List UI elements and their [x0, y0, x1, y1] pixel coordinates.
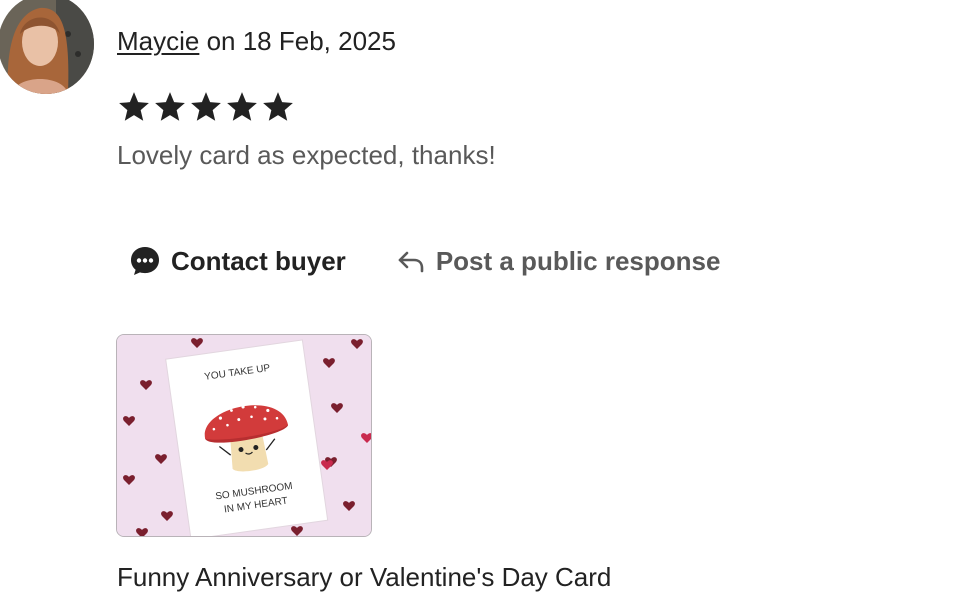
star-icon	[119, 92, 149, 121]
chat-bubble-icon	[129, 245, 161, 277]
post-response-label: Post a public response	[435, 245, 721, 276]
contact-buyer-button[interactable]: Contact buyer	[117, 238, 346, 284]
listing-title-link[interactable]: Funny Anniversary or Valentine's Day Car…	[117, 560, 611, 594]
contact-buyer-label: Contact buyer	[171, 245, 346, 276]
author-link[interactable]: Maycie	[117, 26, 199, 56]
listing-image: YOU TAKE UP SO MUSHROOM IN MY HEART	[117, 335, 371, 536]
star-icon	[155, 92, 185, 121]
review-date: on 18 Feb, 2025	[199, 26, 396, 56]
review-actions: Contact buyer Post a public response	[117, 238, 720, 284]
avatar-image	[0, 0, 94, 94]
review-meta: Maycie on 18 Feb, 2025	[117, 24, 396, 58]
star-icon	[227, 92, 257, 121]
star-icon	[263, 92, 293, 121]
reply-arrow-icon	[396, 246, 426, 276]
review-text: Lovely card as expected, thanks!	[117, 140, 496, 170]
listing-thumbnail[interactable]: YOU TAKE UP SO MUSHROOM IN MY HEART	[116, 334, 372, 537]
review-item: Maycie on 18 Feb, 2025 Lovely card as ex…	[0, 0, 974, 600]
star-rating	[117, 90, 295, 124]
post-response-button[interactable]: Post a public response	[396, 238, 721, 284]
star-icon	[191, 92, 221, 121]
avatar[interactable]	[0, 0, 94, 94]
